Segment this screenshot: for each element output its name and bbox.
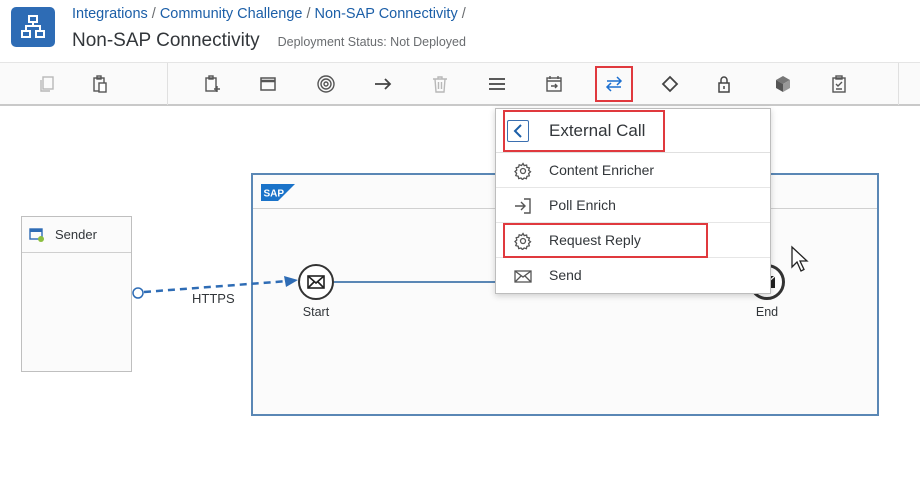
- menu-item-poll-enrich[interactable]: Poll Enrich: [496, 188, 770, 223]
- breadcrumb: Integrations / Community Challenge / Non-SAP…: [72, 6, 466, 22]
- menu-button[interactable]: [482, 70, 512, 98]
- connector-arrow-icon: [375, 78, 392, 90]
- gateway-icon: [661, 75, 679, 93]
- menu-item-label: Poll Enrich: [549, 197, 616, 213]
- participants-button[interactable]: [197, 70, 227, 98]
- svg-text:SAP: SAP: [264, 189, 285, 200]
- validator-button[interactable]: [824, 70, 854, 98]
- sender-header: Sender: [22, 217, 131, 253]
- process-button[interactable]: [253, 70, 283, 98]
- persistence-cube-icon: [776, 76, 790, 92]
- copy-icon: [40, 76, 54, 92]
- external-call-button[interactable]: [595, 66, 633, 102]
- envelope-icon: [307, 275, 325, 289]
- delete-button[interactable]: [425, 70, 455, 98]
- page-title: Non-SAP Connectivity: [72, 30, 260, 51]
- persistence-button[interactable]: [768, 70, 798, 98]
- security-lock-icon: [718, 76, 730, 93]
- sender-system-icon: [29, 227, 44, 242]
- toolbar-separator: [898, 63, 899, 105]
- process-icon: [260, 77, 276, 91]
- title-row: Non-SAP Connectivity Deployment Status: …: [72, 30, 466, 52]
- palette-toolbar: [0, 62, 920, 106]
- chevron-left-icon: [513, 124, 522, 138]
- menu-item-label: Content Enricher: [549, 162, 655, 178]
- toolbar-separator: [167, 63, 168, 105]
- sap-logo-icon: SAP: [261, 184, 295, 201]
- copy-button[interactable]: [32, 70, 62, 98]
- start-message-event[interactable]: [298, 264, 334, 300]
- page-header: Integrations / Community Challenge / Non-SAP…: [0, 0, 920, 60]
- delete-icon: [433, 76, 447, 93]
- menu-item-request-reply[interactable]: Request Reply: [496, 223, 770, 258]
- menu-item-label: Request Reply: [549, 232, 641, 248]
- external-call-menu: External Call Content Enricher Poll Enri…: [495, 108, 771, 294]
- security-button[interactable]: [709, 70, 739, 98]
- external-call-icon: [605, 76, 623, 92]
- menu-item-content-enricher[interactable]: Content Enricher: [496, 153, 770, 188]
- menu-item-send[interactable]: Send: [496, 258, 770, 293]
- menu-title: External Call: [549, 121, 646, 140]
- paste-button[interactable]: [85, 70, 115, 98]
- start-event-label: Start: [302, 305, 330, 319]
- connector-button[interactable]: [368, 70, 398, 98]
- integration-flow-icon: [11, 7, 55, 47]
- events-button[interactable]: [311, 70, 341, 98]
- breadcrumb-community-challenge[interactable]: Community Challenge: [160, 6, 303, 22]
- deployment-status: Deployment Status: Not Deployed: [277, 35, 466, 49]
- sender-participant[interactable]: Sender: [21, 216, 132, 372]
- events-icon: [317, 75, 335, 93]
- menu-lines-icon: [489, 78, 505, 90]
- end-event-label: End: [755, 305, 779, 319]
- validator-icon: [832, 75, 846, 93]
- call-button[interactable]: [539, 70, 569, 98]
- mouse-cursor-icon: [791, 245, 809, 272]
- menu-back-button[interactable]: [507, 120, 529, 142]
- gateway-button[interactable]: [655, 70, 685, 98]
- breadcrumb-non-sap-connectivity[interactable]: Non-SAP Connectivity: [315, 6, 458, 22]
- breadcrumb-integrations[interactable]: Integrations: [72, 6, 148, 22]
- sender-label: Sender: [55, 227, 97, 242]
- call-icon: [546, 76, 562, 92]
- envelope-icon: [514, 270, 532, 283]
- menu-header: External Call: [496, 109, 770, 153]
- gear-icon: [514, 232, 532, 250]
- menu-item-label: Send: [549, 267, 582, 283]
- sign-in-icon: [515, 198, 531, 214]
- gear-icon: [514, 162, 532, 180]
- participants-icon: [205, 75, 220, 92]
- connection-label: HTTPS: [192, 291, 235, 306]
- paste-icon: [93, 75, 107, 93]
